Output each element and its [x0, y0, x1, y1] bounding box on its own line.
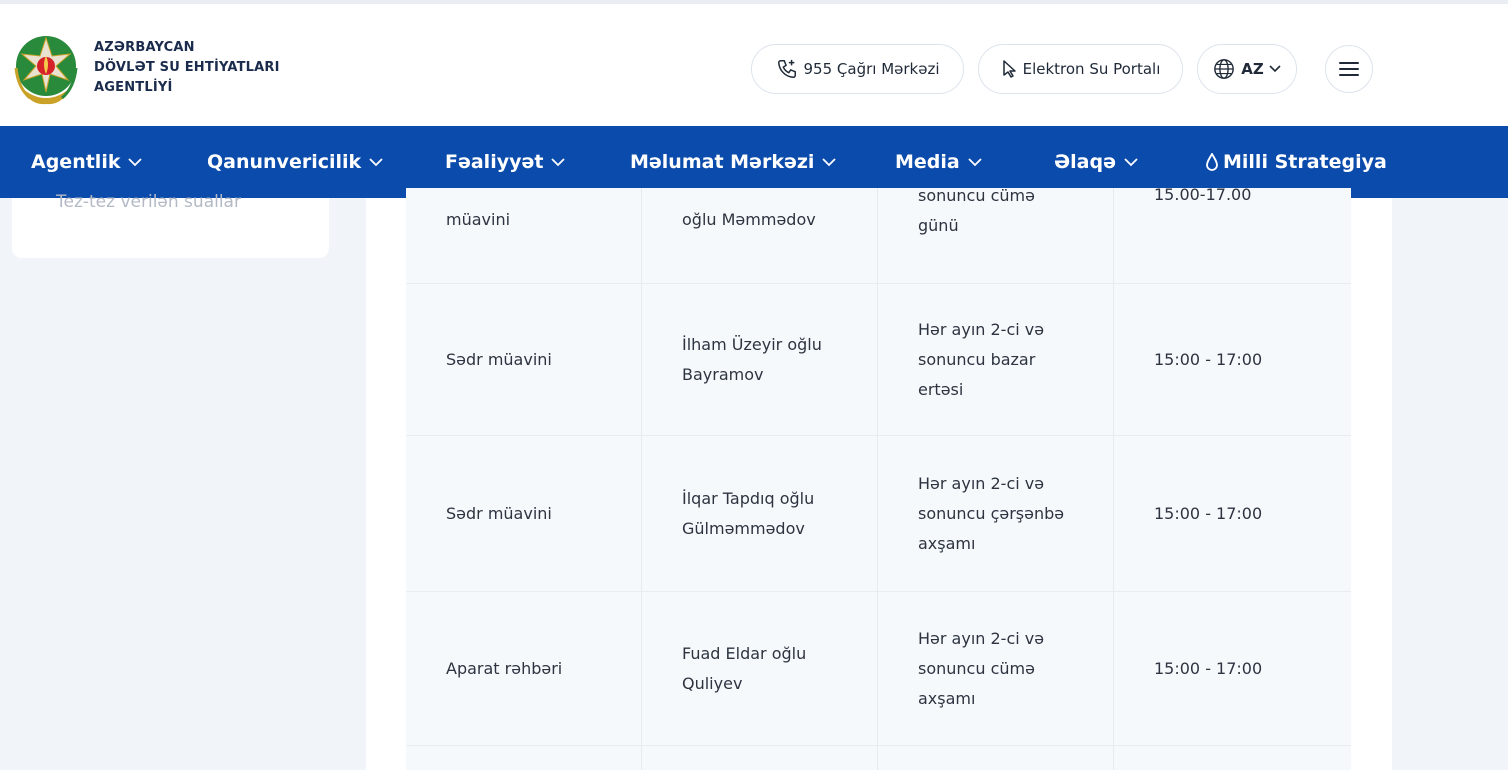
logo-line-2: DÖVLƏT SU EHTİYATLARI — [94, 60, 280, 75]
time-text: 15.00-17.00 — [1154, 185, 1252, 204]
position-text: Sədr müavini — [446, 349, 552, 369]
site-header: AZƏRBAYCAN DÖVLƏT SU EHTİYATLARI AGENTLİ… — [0, 0, 1508, 126]
position-text: Aparat rəhbəri — [446, 658, 563, 678]
globe-icon — [1214, 59, 1235, 79]
call-center-label: 955 Çağrı Mərkəzi — [803, 60, 940, 78]
name-text: Fuad Eldar oğlu Quliyev — [682, 643, 807, 693]
nav-item-label: Qanunvericilik — [207, 151, 362, 173]
position-cell: Sədr müavini — [406, 284, 642, 435]
call-center-button[interactable]: 955 Çağrı Mərkəzi — [751, 44, 964, 94]
position-cell: Sədr müavini — [406, 436, 642, 591]
table-row: Aparat rəhbəri Fuad Eldar oğlu Quliyev H… — [406, 592, 1351, 746]
name-cell — [642, 746, 878, 770]
chevron-down-icon — [551, 157, 566, 166]
agency-name: AZƏRBAYCAN DÖVLƏT SU EHTİYATLARI AGENTLİ… — [94, 38, 280, 98]
language-selector[interactable]: AZ — [1197, 44, 1297, 94]
schedule-cell: sonuncu cümə günü — [878, 186, 1114, 283]
schedule-text: Hər ayın 2-ci və sonuncu cümə axşamı — [918, 628, 1045, 708]
language-label: AZ — [1241, 60, 1264, 78]
water-portal-label: Elektron Su Portalı — [1022, 60, 1161, 78]
time-cell — [1114, 746, 1351, 770]
sidebar-menu: Tez-tez verilən suallar — [12, 192, 329, 258]
schedule-cell: Hər ayın 2-ci və sonuncu çərşənbə axşamı — [878, 436, 1114, 591]
logo-line-1: AZƏRBAYCAN — [94, 40, 195, 55]
nav-item-qanunvericilik[interactable]: Qanunvericilik — [207, 126, 383, 198]
nav-item-label: Fəaliyyət — [445, 151, 544, 173]
table-row: Sədr müavini İlqar Tapdıq oğlu Gülməmməd… — [406, 436, 1351, 592]
logo-line-3: AGENTLİYİ — [94, 80, 173, 95]
sidebar-item-faq[interactable]: Tez-tez verilən suallar — [56, 192, 241, 212]
nav-item-agentlik[interactable]: Agentlik — [31, 126, 143, 198]
name-text: oğlu Məmmədov — [682, 210, 816, 229]
cursor-pointer-icon — [1002, 60, 1016, 78]
logo[interactable]: AZƏRBAYCAN DÖVLƏT SU EHTİYATLARI AGENTLİ… — [10, 28, 280, 108]
time-text: 15:00 - 17:00 — [1154, 349, 1263, 369]
time-text: 15:00 - 17:00 — [1154, 658, 1263, 678]
time-cell: 15:00 - 17:00 — [1114, 592, 1351, 745]
main-content: müavini oğlu Məmmədov sonuncu cümə günü … — [366, 185, 1392, 770]
schedule-cell: Hər ayın 2-ci və sonuncu cümə axşamı — [878, 592, 1114, 745]
nav-item-label: Əlaqə — [1054, 151, 1116, 173]
name-cell: İlham Üzeyir oğlu Bayramov — [642, 284, 878, 435]
schedule-cell: Hər ayın 2-ci və sonuncu bazar ertəsi — [878, 284, 1114, 435]
nav-item-label: Media — [895, 151, 960, 173]
time-cell: 15:00 - 17:00 — [1114, 284, 1351, 435]
table-row: müavini oğlu Məmmədov sonuncu cümə günü … — [406, 185, 1351, 284]
name-cell: İlqar Tapdıq oğlu Gülməmmədov — [642, 436, 878, 591]
chevron-down-icon — [1269, 65, 1281, 73]
position-cell — [406, 746, 642, 770]
schedule-cell — [878, 746, 1114, 770]
schedule-text: Hər ayın 2-ci və sonuncu bazar ertəsi — [918, 319, 1045, 399]
chevron-down-icon — [1124, 157, 1138, 166]
schedule-text: sonuncu cümə günü — [918, 186, 1035, 235]
name-text: İlqar Tapdıq oğlu Gülməmmədov — [682, 488, 815, 538]
name-cell: Fuad Eldar oğlu Quliyev — [642, 592, 878, 745]
time-text: 15:00 - 17:00 — [1154, 503, 1263, 523]
nav-item-label: Milli Strategiya — [1223, 151, 1387, 173]
chevron-down-icon — [369, 157, 383, 166]
time-cell: 15.00-17.00 — [1114, 185, 1351, 283]
chevron-down-icon — [128, 157, 143, 166]
name-text: İlham Üzeyir oğlu Bayramov — [682, 334, 822, 384]
time-cell: 15:00 - 17:00 — [1114, 436, 1351, 591]
chevron-down-icon — [822, 157, 837, 166]
schedule-text: Hər ayın 2-ci və sonuncu çərşənbə axşamı — [918, 473, 1065, 553]
position-text: müavini — [446, 210, 511, 229]
table-row-partial — [406, 746, 1351, 770]
nav-item-label: Agentlik — [31, 151, 121, 173]
state-emblem-icon — [14, 36, 78, 105]
phone-plus-icon — [777, 59, 796, 78]
menu-button[interactable] — [1325, 45, 1373, 93]
position-text: Sədr müavini — [446, 503, 552, 523]
nav-item-label: Məlumat Mərkəzi — [630, 151, 815, 173]
hamburger-icon — [1339, 62, 1359, 76]
position-cell: müavini — [406, 188, 642, 283]
water-drop-icon — [1206, 153, 1218, 171]
chevron-down-icon — [968, 157, 982, 166]
table-row: Sədr müavini İlham Üzeyir oğlu Bayramov … — [406, 284, 1351, 436]
water-portal-button[interactable]: Elektron Su Portalı — [978, 44, 1183, 94]
name-cell: oğlu Məmmədov — [642, 188, 878, 283]
position-cell: Aparat rəhbəri — [406, 592, 642, 745]
